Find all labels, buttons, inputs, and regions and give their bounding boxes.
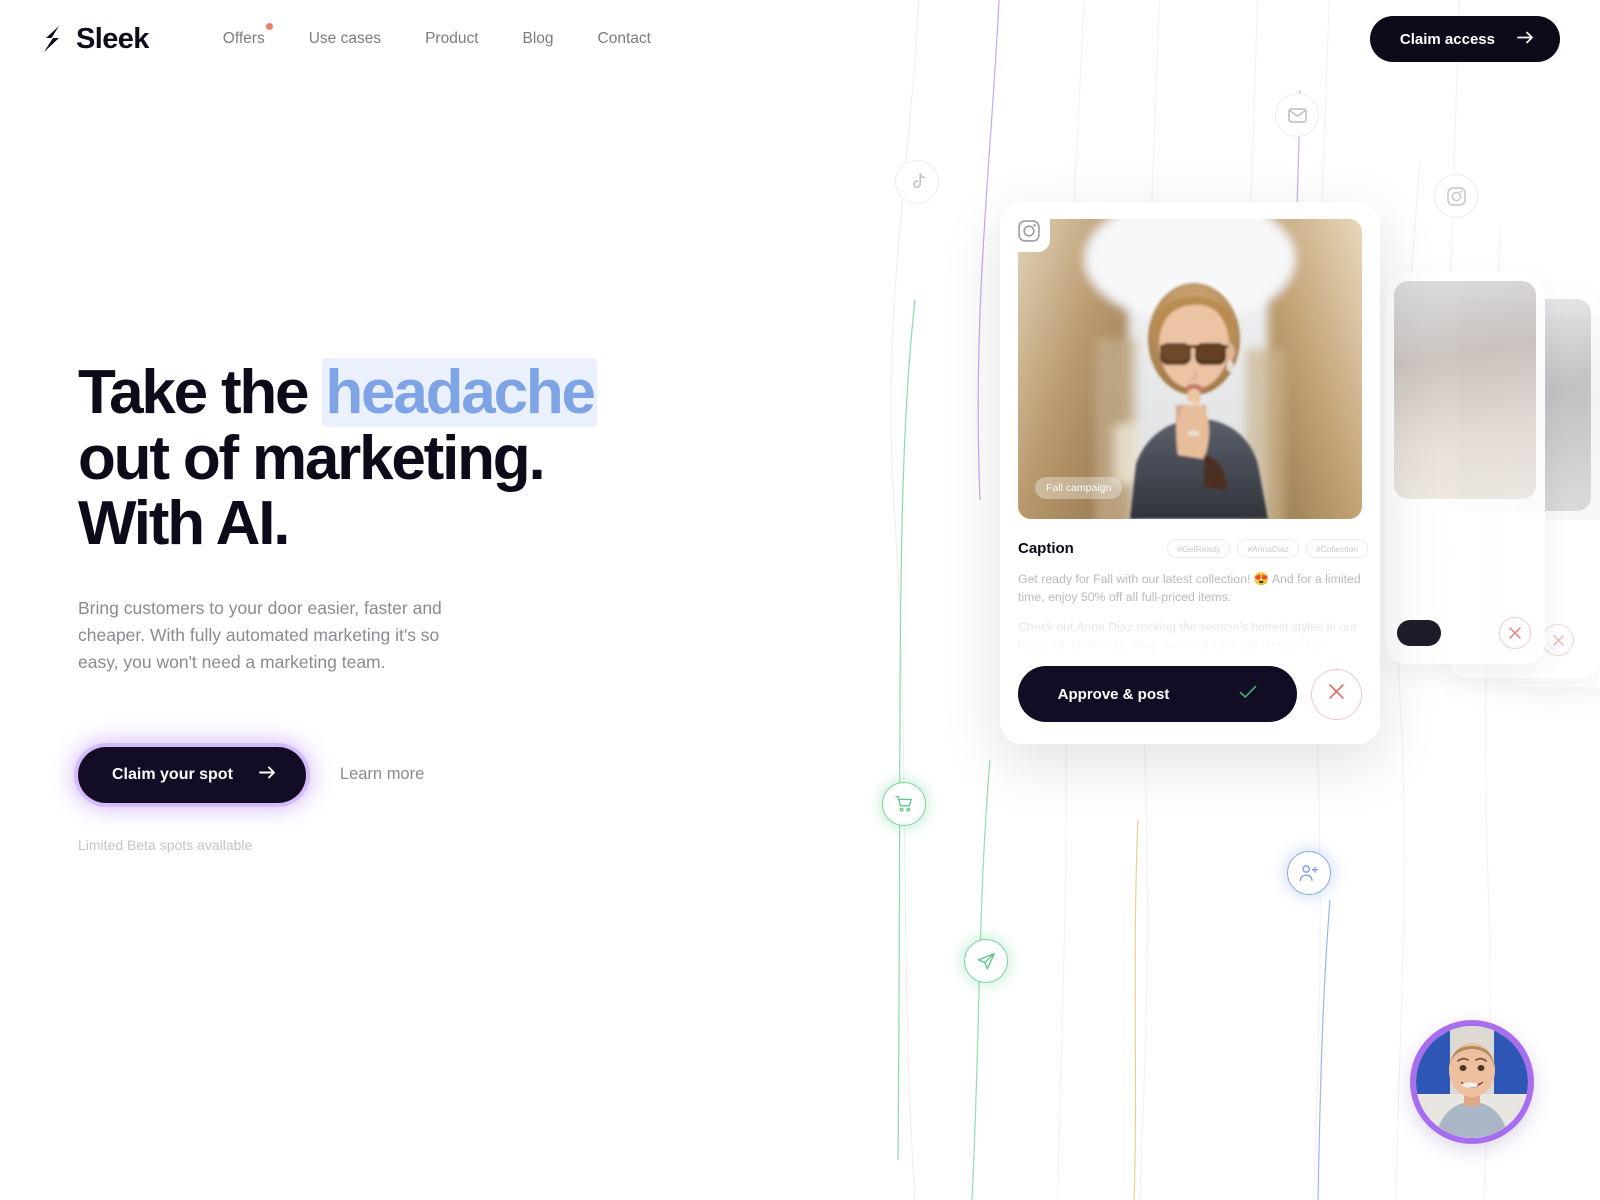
claim-your-spot-button[interactable]: Claim your spot: [78, 746, 306, 803]
arrow-right-icon: [1517, 31, 1534, 48]
ghost-card-image: [1394, 281, 1536, 499]
hashtag-chip[interactable]: #Collection: [1305, 539, 1368, 558]
beta-availability-note: Limited Beta spots available: [78, 836, 253, 853]
learn-more-link[interactable]: Learn more: [340, 765, 424, 784]
video-avatar[interactable]: [1410, 1020, 1534, 1144]
arrow-right-icon: [258, 766, 276, 784]
hashtag-chip[interactable]: #GetReady: [1167, 539, 1231, 558]
tiktok-icon[interactable]: [895, 160, 939, 204]
mail-icon[interactable]: [1275, 93, 1319, 137]
hero-cta-row: Claim your spot Learn more: [78, 746, 798, 803]
caption-title: Caption: [1018, 540, 1074, 557]
hashtag-list: #GetReady #AnnaDiaz #Collection: [1167, 539, 1368, 558]
headline-line-3: With AI.: [78, 489, 290, 559]
hero-subtitle: Bring customers to your door easier, fas…: [78, 598, 442, 673]
caption-paragraph-1: Get ready for Fall with our latest colle…: [1018, 572, 1361, 605]
landing-page: Sleek Offers Use cases Product Blog Cont…: [0, 0, 1600, 1200]
sleek-logo-mark-icon: [40, 25, 66, 53]
ghost-card-1[interactable]: close-icon: [1385, 272, 1545, 664]
post-image-artwork: [1018, 219, 1362, 519]
ghost-reject-button[interactable]: close-icon: [1499, 617, 1531, 649]
user-plus-icon[interactable]: [1287, 851, 1331, 895]
brand-name: Sleek: [76, 22, 149, 55]
approve-and-post-button[interactable]: Approve & post: [1018, 666, 1297, 722]
caption-header: Caption #GetReady #AnnaDiaz #Collection: [1018, 539, 1368, 558]
ghost-approve-pill[interactable]: [1397, 620, 1441, 646]
claim-access-label: Claim access: [1399, 30, 1495, 48]
campaign-badge: Fall campaign: [1035, 477, 1123, 499]
ghost-reject-button[interactable]: [1542, 624, 1574, 656]
headline-line-2: out of marketing.: [78, 423, 546, 493]
shopping-cart-icon[interactable]: [882, 782, 926, 826]
nav-links: Offers Use cases Product Blog Contact: [201, 23, 673, 48]
headline-accent-word: headache: [322, 358, 597, 427]
close-icon: [1329, 683, 1344, 705]
caption-paragraph-2: Check out Anna Diaz rocking the season's…: [1018, 619, 1358, 653]
top-navigation: Sleek Offers Use cases Product Blog Cont…: [0, 0, 1600, 78]
post-image: Fall campaign: [1018, 219, 1362, 519]
hero-illustration: close-icon: [860, 0, 1600, 1200]
send-icon[interactable]: [964, 939, 1008, 983]
post-preview-card: Fall campaign Caption #GetReady #AnnaDia…: [1000, 202, 1380, 744]
hashtag-chip[interactable]: #AnnaDiaz: [1237, 539, 1299, 558]
card-action-row: Approve & post: [1018, 666, 1362, 722]
instagram-icon: [1008, 210, 1050, 252]
headline-line-1-prefix: Take the: [78, 358, 323, 427]
hero-section: Take the headache out of marketing. With…: [78, 358, 798, 853]
caption-body: Get ready for Fall with our latest colle…: [1018, 570, 1362, 655]
nav-link-use-cases[interactable]: Use cases: [287, 30, 403, 48]
approve-and-post-label: Approve & post: [1057, 685, 1170, 703]
offers-badge-dot-icon: [265, 23, 273, 30]
nav-link-label: Offers: [222, 30, 265, 47]
nav-link-offers[interactable]: Offers: [201, 23, 287, 48]
check-icon: [1239, 685, 1257, 703]
claim-access-button[interactable]: Claim access: [1369, 16, 1560, 62]
nav-link-blog[interactable]: Blog: [501, 30, 576, 48]
nav-link-product[interactable]: Product: [403, 30, 500, 48]
instagram-icon[interactable]: [1434, 174, 1478, 218]
video-avatar-frame: [1416, 1026, 1528, 1138]
nav-link-contact[interactable]: Contact: [576, 30, 673, 48]
reject-post-button[interactable]: [1311, 668, 1362, 720]
page-title: Take the headache out of marketing. With…: [78, 358, 798, 559]
brand-logo[interactable]: Sleek: [40, 23, 149, 56]
claim-your-spot-label: Claim your spot: [112, 765, 233, 783]
